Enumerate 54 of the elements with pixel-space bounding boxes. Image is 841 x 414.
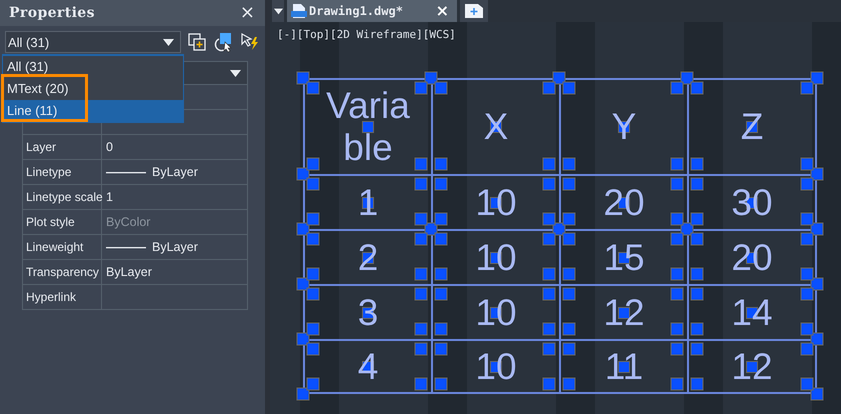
toggle-pickadd-icon[interactable]	[188, 33, 206, 51]
property-label: Hyperlink	[26, 290, 76, 304]
grip-icon[interactable]	[746, 252, 758, 264]
grip-icon[interactable]	[490, 196, 502, 208]
property-label: Lineweight	[26, 240, 84, 254]
table-cell: 12	[687, 339, 817, 394]
panel-title: Properties	[9, 5, 95, 21]
document-tab[interactable]: Drawing1.dwg* ×	[287, 0, 457, 22]
grip-icon[interactable]	[490, 121, 502, 133]
quick-select-icon[interactable]	[240, 32, 260, 52]
property-value[interactable]: 0	[106, 140, 113, 154]
property-value[interactable]: ByLayer	[106, 240, 198, 254]
selection-grips-drawing[interactable]	[296, 72, 824, 400]
property-label: Transparency	[26, 265, 99, 279]
new-tab-button[interactable]	[460, 0, 488, 22]
viewport-label[interactable]: [-][Top][2D Wireframe][WCS]	[277, 28, 456, 41]
grip-icon[interactable]	[618, 306, 630, 318]
tab-title: Drawing1.dwg*	[309, 4, 404, 18]
property-value[interactable]: ByLayer	[106, 265, 152, 279]
caret-icon	[274, 8, 282, 14]
drawing-file-icon	[291, 3, 307, 19]
property-value[interactable]: 1	[106, 190, 113, 204]
dropdown-option[interactable]: Line (11)	[3, 100, 183, 122]
line-sample-icon	[106, 246, 146, 248]
grip-icon[interactable]	[362, 252, 374, 264]
grip-icon[interactable]	[618, 121, 630, 133]
close-tab-button[interactable]: ×	[434, 2, 451, 20]
grip-icon[interactable]	[746, 306, 758, 318]
grip-icon[interactable]	[618, 360, 630, 372]
grip-icon[interactable]	[746, 196, 758, 208]
property-label: Layer	[26, 140, 56, 154]
grip-icon[interactable]	[746, 121, 758, 133]
caret-icon	[163, 38, 174, 46]
grip-icon[interactable]	[490, 306, 502, 318]
property-label: Linetype	[26, 165, 72, 179]
grip-icon[interactable]	[746, 360, 758, 372]
grip-icon[interactable]	[362, 306, 374, 318]
property-label: Linetype scale	[26, 190, 103, 204]
grip-icon[interactable]	[618, 196, 630, 208]
filter-select[interactable]: All (31)	[5, 31, 181, 53]
caret-icon	[230, 70, 241, 76]
select-objects-icon[interactable]	[213, 32, 233, 52]
dropdown-option[interactable]: All (31)	[3, 56, 183, 78]
grip-icon[interactable]	[618, 252, 630, 264]
property-label: Plot style	[26, 215, 75, 229]
grip-icon[interactable]	[362, 121, 374, 133]
dropdown-option[interactable]: MText (20)	[3, 78, 183, 100]
grip-icon[interactable]	[490, 252, 502, 264]
tab-list-button[interactable]	[272, 0, 284, 22]
close-button[interactable]: ×	[236, 3, 259, 23]
property-value[interactable]: ByLayer	[106, 165, 198, 179]
new-tab-icon	[465, 4, 483, 18]
line-sample-icon	[106, 170, 146, 174]
grip-icon[interactable]	[490, 360, 502, 372]
